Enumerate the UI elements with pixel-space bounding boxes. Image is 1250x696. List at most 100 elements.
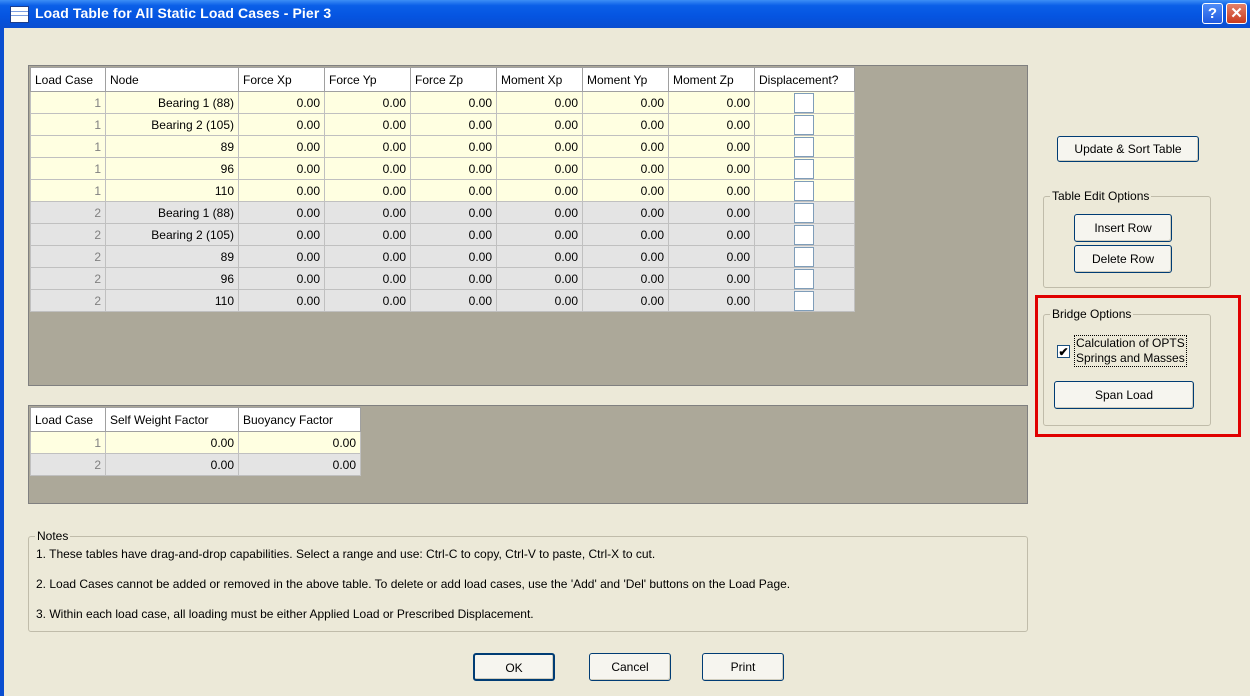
displacement-checkbox[interactable]: [794, 291, 814, 311]
moment-zp-cell[interactable]: 0.00: [668, 201, 755, 224]
force-zp-cell[interactable]: 0.00: [410, 113, 497, 136]
header-moment-xp[interactable]: Moment Xp: [496, 67, 583, 92]
displacement-checkbox[interactable]: [794, 159, 814, 179]
force-zp-cell[interactable]: 0.00: [410, 201, 497, 224]
force-xp-cell[interactable]: 0.00: [238, 201, 325, 224]
force-xp-cell[interactable]: 0.00: [238, 267, 325, 290]
moment-yp-cell[interactable]: 0.00: [582, 157, 669, 180]
header-node[interactable]: Node: [105, 67, 239, 92]
help-button[interactable]: ?: [1202, 3, 1223, 24]
force-xp-cell[interactable]: 0.00: [238, 179, 325, 202]
load-case-cell[interactable]: 1: [30, 431, 106, 454]
node-cell[interactable]: Bearing 2 (105): [105, 113, 239, 136]
displacement-checkbox[interactable]: [794, 269, 814, 289]
force-zp-cell[interactable]: 0.00: [410, 179, 497, 202]
moment-zp-cell[interactable]: 0.00: [668, 91, 755, 114]
title-bar[interactable]: Load Table for All Static Load Cases - P…: [0, 0, 1250, 28]
node-cell[interactable]: 110: [105, 289, 239, 312]
node-cell[interactable]: Bearing 2 (105): [105, 223, 239, 246]
force-yp-cell[interactable]: 0.00: [324, 135, 411, 158]
load-case-cell[interactable]: 2: [30, 267, 106, 290]
force-xp-cell[interactable]: 0.00: [238, 91, 325, 114]
force-zp-cell[interactable]: 0.00: [410, 157, 497, 180]
force-zp-cell[interactable]: 0.00: [410, 91, 497, 114]
ok-button[interactable]: OK: [473, 653, 555, 681]
force-yp-cell[interactable]: 0.00: [324, 157, 411, 180]
moment-yp-cell[interactable]: 0.00: [582, 91, 669, 114]
delete-row-button[interactable]: Delete Row: [1074, 245, 1172, 273]
moment-xp-cell[interactable]: 0.00: [496, 179, 583, 202]
load-case-cell[interactable]: 1: [30, 179, 106, 202]
moment-xp-cell[interactable]: 0.00: [496, 201, 583, 224]
load-case-cell[interactable]: 1: [30, 113, 106, 136]
moment-xp-cell[interactable]: 0.00: [496, 157, 583, 180]
force-zp-cell[interactable]: 0.00: [410, 289, 497, 312]
load-case-cell[interactable]: 1: [30, 157, 106, 180]
node-cell[interactable]: 96: [105, 267, 239, 290]
moment-zp-cell[interactable]: 0.00: [668, 157, 755, 180]
cancel-button[interactable]: Cancel: [589, 653, 671, 681]
moment-xp-cell[interactable]: 0.00: [496, 245, 583, 268]
force-xp-cell[interactable]: 0.00: [238, 157, 325, 180]
header-moment-yp[interactable]: Moment Yp: [582, 67, 669, 92]
moment-zp-cell[interactable]: 0.00: [668, 245, 755, 268]
update-sort-button[interactable]: Update & Sort Table: [1057, 136, 1199, 162]
moment-yp-cell[interactable]: 0.00: [582, 135, 669, 158]
displacement-cell[interactable]: [754, 245, 855, 268]
node-cell[interactable]: Bearing 1 (88): [105, 201, 239, 224]
displacement-cell[interactable]: [754, 267, 855, 290]
header-displacement[interactable]: Displacement?: [754, 67, 855, 92]
displacement-checkbox[interactable]: [794, 93, 814, 113]
node-cell[interactable]: 110: [105, 179, 239, 202]
buoyancy-factor-cell[interactable]: 0.00: [238, 453, 361, 476]
header-buoyancy-factor[interactable]: Buoyancy Factor: [238, 407, 361, 432]
moment-yp-cell[interactable]: 0.00: [582, 113, 669, 136]
displacement-cell[interactable]: [754, 113, 855, 136]
moment-zp-cell[interactable]: 0.00: [668, 179, 755, 202]
force-zp-cell[interactable]: 0.00: [410, 267, 497, 290]
self-weight-factor-cell[interactable]: 0.00: [105, 453, 239, 476]
displacement-cell[interactable]: [754, 289, 855, 312]
displacement-checkbox[interactable]: [794, 247, 814, 267]
load-case-cell[interactable]: 2: [30, 201, 106, 224]
displacement-checkbox[interactable]: [794, 225, 814, 245]
header-moment-zp[interactable]: Moment Zp: [668, 67, 755, 92]
load-case-cell[interactable]: 1: [30, 91, 106, 114]
node-cell[interactable]: Bearing 1 (88): [105, 91, 239, 114]
moment-yp-cell[interactable]: 0.00: [582, 223, 669, 246]
force-yp-cell[interactable]: 0.00: [324, 289, 411, 312]
force-xp-cell[interactable]: 0.00: [238, 245, 325, 268]
force-yp-cell[interactable]: 0.00: [324, 223, 411, 246]
moment-yp-cell[interactable]: 0.00: [582, 179, 669, 202]
force-yp-cell[interactable]: 0.00: [324, 113, 411, 136]
force-yp-cell[interactable]: 0.00: [324, 245, 411, 268]
node-cell[interactable]: 96: [105, 157, 239, 180]
header-force-yp[interactable]: Force Yp: [324, 67, 411, 92]
load-case-cell[interactable]: 2: [30, 453, 106, 476]
force-yp-cell[interactable]: 0.00: [324, 91, 411, 114]
force-xp-cell[interactable]: 0.00: [238, 223, 325, 246]
insert-row-button[interactable]: Insert Row: [1074, 214, 1172, 242]
displacement-cell[interactable]: [754, 135, 855, 158]
header-force-xp[interactable]: Force Xp: [238, 67, 325, 92]
displacement-checkbox[interactable]: [794, 181, 814, 201]
load-case-cell[interactable]: 2: [30, 223, 106, 246]
force-zp-cell[interactable]: 0.00: [410, 223, 497, 246]
header-load-case[interactable]: Load Case: [30, 67, 106, 92]
displacement-checkbox[interactable]: [794, 137, 814, 157]
displacement-cell[interactable]: [754, 157, 855, 180]
moment-xp-cell[interactable]: 0.00: [496, 223, 583, 246]
node-cell[interactable]: 89: [105, 245, 239, 268]
moment-zp-cell[interactable]: 0.00: [668, 223, 755, 246]
moment-zp-cell[interactable]: 0.00: [668, 289, 755, 312]
moment-yp-cell[interactable]: 0.00: [582, 201, 669, 224]
force-yp-cell[interactable]: 0.00: [324, 201, 411, 224]
header-self-weight-factor[interactable]: Self Weight Factor: [105, 407, 239, 432]
moment-yp-cell[interactable]: 0.00: [582, 289, 669, 312]
load-case-cell[interactable]: 1: [30, 135, 106, 158]
force-yp-cell[interactable]: 0.00: [324, 267, 411, 290]
displacement-checkbox[interactable]: [794, 115, 814, 135]
close-button[interactable]: ✕: [1226, 3, 1247, 24]
force-xp-cell[interactable]: 0.00: [238, 289, 325, 312]
load-case-cell[interactable]: 2: [30, 245, 106, 268]
